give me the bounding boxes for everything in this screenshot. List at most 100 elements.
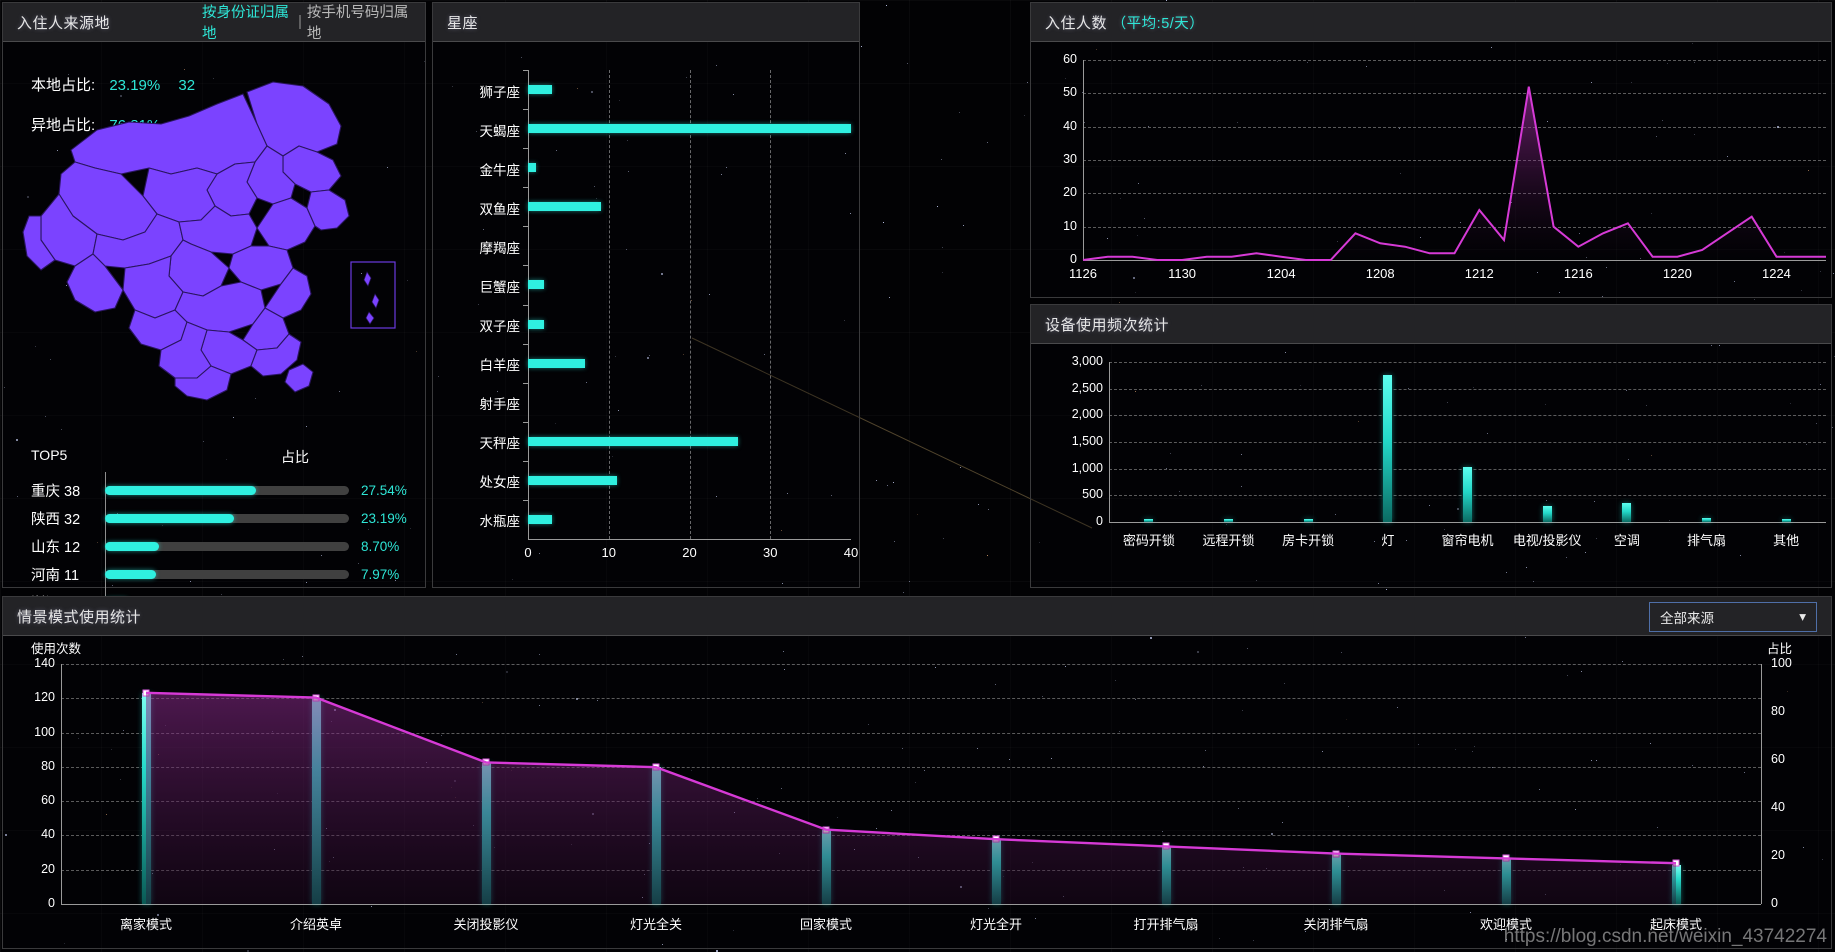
data-point[interactable] bbox=[1672, 859, 1680, 867]
bar[interactable] bbox=[1542, 506, 1552, 522]
gridline bbox=[608, 70, 610, 539]
x-tick-label: 1126 bbox=[1069, 266, 1097, 281]
checkin-line-chart[interactable]: 0 10 20 30 40 50 60 1126 1130 1204 1208 1212 1216 12… bbox=[1031, 42, 1831, 297]
y-tick-label: 40 bbox=[1063, 118, 1077, 133]
top5-region-name: 陕西 32 bbox=[31, 511, 81, 528]
table-row[interactable]: 河南 11 7.97% bbox=[3, 560, 425, 588]
category-label: 电视/投影仪 bbox=[1512, 533, 1582, 548]
device-usage-panel: 设备使用频次统计 0 500 1,000 1,500 2,000 2,500 3,000 密码… bbox=[1030, 304, 1832, 588]
bar[interactable] bbox=[528, 85, 553, 95]
x-tick-label: 0 bbox=[524, 545, 532, 560]
category-label: 天秤座 bbox=[479, 436, 521, 452]
data-point[interactable] bbox=[822, 826, 830, 834]
category-label: 房卡开锁 bbox=[1282, 533, 1335, 548]
bar[interactable] bbox=[1224, 519, 1233, 522]
data-point[interactable] bbox=[1332, 850, 1340, 858]
y-tick-label: 500 bbox=[1082, 487, 1103, 502]
category-label: 灯 bbox=[1381, 533, 1395, 548]
bar[interactable] bbox=[1144, 519, 1154, 522]
x-tick-label: 1220 bbox=[1662, 266, 1692, 281]
data-point[interactable] bbox=[1162, 842, 1170, 850]
bar[interactable] bbox=[821, 830, 831, 904]
axis-tick bbox=[523, 343, 528, 345]
device-bar-chart[interactable]: 0 500 1,000 1,500 2,000 2,500 3,000 密码开锁 远程开锁 房卡开… bbox=[1031, 344, 1831, 587]
y-tick-label-left: 100 bbox=[34, 724, 55, 739]
bar[interactable] bbox=[991, 838, 1001, 904]
constellation-bar-chart[interactable]: 狮子座 天蝎座 金牛座 双鱼座 摩羯座 巨蟹座 双子座 白羊座 射手座 天秤座 处女座 水瓶座 0 10 2… bbox=[433, 42, 859, 587]
bar[interactable] bbox=[1161, 845, 1171, 904]
x-tick-label: 1130 bbox=[1168, 266, 1197, 281]
category-label: 窗帘电机 bbox=[1441, 533, 1494, 548]
axis-tick bbox=[523, 499, 528, 501]
data-point[interactable] bbox=[992, 835, 1000, 843]
data-point[interactable] bbox=[482, 758, 490, 766]
origin-panel-body: 本地占比: 23.19% 32 异地占比: 76.81% 106 bbox=[3, 42, 425, 614]
bar[interactable] bbox=[528, 436, 738, 446]
top5-progress-fill bbox=[105, 513, 235, 523]
china-map[interactable] bbox=[11, 64, 421, 414]
source-filter-select[interactable]: 全部来源 ▾ bbox=[1649, 602, 1817, 632]
bar[interactable] bbox=[528, 319, 545, 329]
top5-progress-track bbox=[105, 541, 349, 551]
data-point[interactable] bbox=[142, 689, 150, 697]
china-map-svg bbox=[22, 81, 396, 401]
x-tick-label: 1204 bbox=[1266, 266, 1296, 281]
y-tick-label: 20 bbox=[1063, 185, 1077, 200]
x-axis bbox=[528, 539, 851, 540]
bar[interactable] bbox=[528, 514, 553, 524]
bar[interactable] bbox=[1501, 857, 1511, 904]
bar[interactable] bbox=[311, 698, 321, 904]
top5-progress-track bbox=[105, 569, 349, 579]
x-axis bbox=[61, 904, 1761, 905]
y-tick-label-left: 60 bbox=[41, 793, 55, 808]
bar[interactable] bbox=[528, 202, 601, 212]
x-axis bbox=[1083, 260, 1826, 261]
bar[interactable] bbox=[1702, 518, 1711, 522]
scene-area-svg bbox=[145, 691, 1677, 904]
data-point[interactable] bbox=[312, 694, 320, 702]
top5-percent: 27.54% bbox=[361, 482, 407, 498]
tab-by-phone[interactable]: 按手机号码归属地 bbox=[307, 1, 411, 43]
axis-tick bbox=[523, 382, 528, 384]
data-point[interactable] bbox=[652, 763, 660, 771]
scene-panel-header: 情景模式使用统计 全部来源 ▾ bbox=[3, 597, 1831, 636]
constellation-panel-header: 星座 bbox=[433, 3, 859, 42]
x-tick-label: 20 bbox=[682, 545, 697, 560]
scene-panel-body: 使用次数 占比 0 20 40 60 80 100 120 140 0 20 40 60 80 100 离家模… bbox=[3, 636, 1831, 948]
table-row[interactable]: 重庆 38 27.54% bbox=[3, 476, 425, 504]
bar[interactable] bbox=[528, 280, 545, 290]
category-label: 水瓶座 bbox=[479, 514, 521, 530]
tab-by-id-card[interactable]: 按身份证归属地 bbox=[202, 1, 293, 43]
top5-region-name: 山东 12 bbox=[31, 539, 81, 556]
top5-percent: 23.19% bbox=[361, 510, 407, 526]
bar[interactable] bbox=[1331, 854, 1341, 904]
bar[interactable] bbox=[141, 693, 151, 904]
bar[interactable] bbox=[528, 358, 585, 368]
gridline bbox=[1083, 193, 1826, 195]
category-label: 巨蟹座 bbox=[479, 279, 521, 295]
y-tick-label: 30 bbox=[1063, 152, 1077, 166]
bar[interactable] bbox=[1622, 503, 1632, 522]
bar[interactable] bbox=[1671, 864, 1681, 904]
bar[interactable] bbox=[1303, 519, 1313, 522]
bar[interactable] bbox=[1383, 375, 1393, 522]
bar[interactable] bbox=[651, 766, 661, 904]
checkin-panel-header: 入住人数 （平均:5/天） bbox=[1031, 3, 1831, 42]
table-row[interactable]: 陕西 32 23.19% bbox=[3, 504, 425, 532]
gridline bbox=[1083, 60, 1826, 61]
bar[interactable] bbox=[528, 124, 851, 134]
bar[interactable] bbox=[1781, 519, 1791, 522]
bar[interactable] bbox=[1463, 467, 1472, 522]
y-tick-label-left: 80 bbox=[41, 758, 55, 773]
bar[interactable] bbox=[528, 163, 537, 173]
top5-progress-fill bbox=[105, 569, 157, 579]
category-label: 金牛座 bbox=[479, 162, 521, 178]
bar[interactable] bbox=[528, 475, 617, 485]
gridline bbox=[1083, 226, 1826, 228]
bar[interactable] bbox=[481, 763, 491, 904]
scene-combo-chart[interactable]: 使用次数 占比 0 20 40 60 80 100 120 140 0 20 40 60 80 100 离家模… bbox=[3, 636, 1831, 948]
data-point[interactable] bbox=[1502, 854, 1510, 862]
y-tick-label-right: 80 bbox=[1771, 704, 1785, 718]
table-row[interactable]: 山东 12 8.70% bbox=[3, 532, 425, 560]
top5-percent: 7.97% bbox=[361, 566, 400, 582]
